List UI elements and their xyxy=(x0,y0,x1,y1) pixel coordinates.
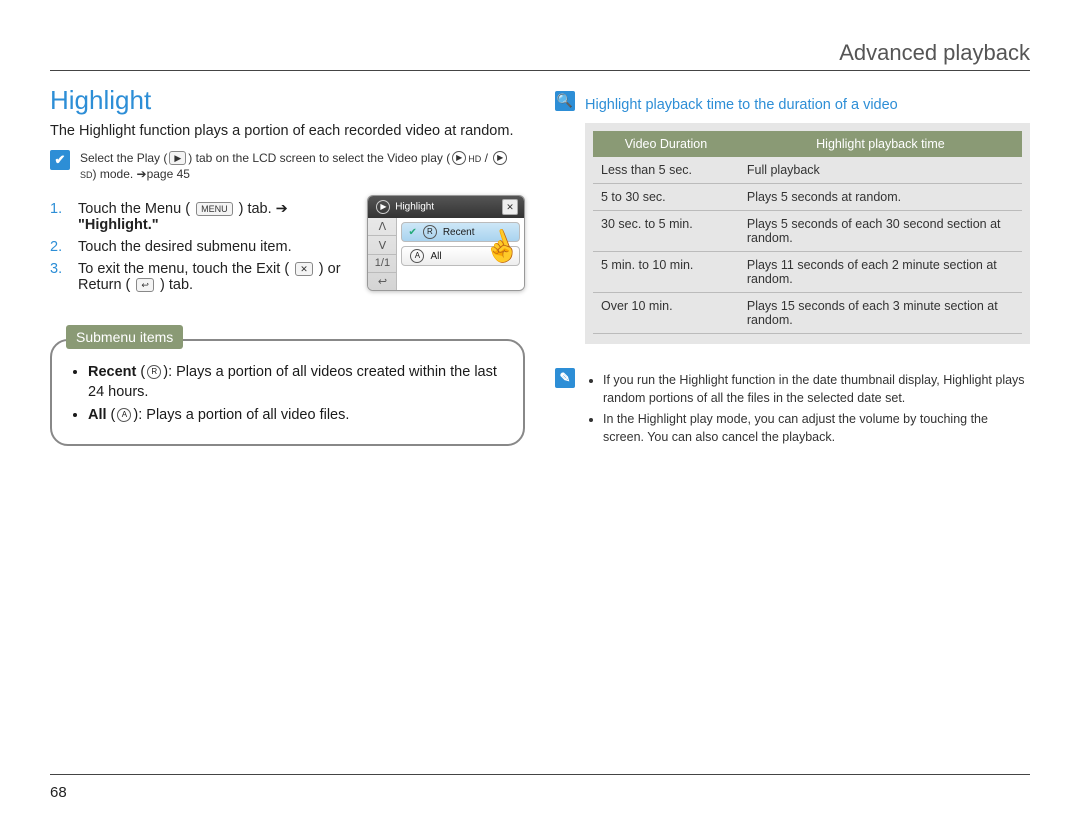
step-2: 2. Touch the desired submenu item. xyxy=(50,239,353,255)
scroll-up-icon: ᐱ xyxy=(368,218,396,236)
play-icon: ▶ xyxy=(169,151,186,165)
select-note-text: Select the Play (▶) tab on the LCD scree… xyxy=(80,150,525,184)
table-row: 30 sec. to 5 min.Plays 5 seconds of each… xyxy=(593,211,1022,252)
th-playback: Highlight playback time xyxy=(739,131,1022,157)
step-3: 3. To exit the menu, touch the Exit ( ✕ … xyxy=(50,261,353,293)
step-1: 1. Touch the Menu ( MENU ) tab. ➔ "Highl… xyxy=(50,201,353,233)
select-note: ✔ Select the Play (▶) tab on the LCD scr… xyxy=(50,150,525,184)
hd-mode-icon: ▶ xyxy=(452,151,466,165)
table-row: 5 min. to 10 min.Plays 11 seconds of eac… xyxy=(593,252,1022,293)
page-header: Advanced playback xyxy=(50,40,1030,71)
all-badge-icon: A xyxy=(117,408,131,422)
screenshot-sidebar: ᐱ ᐯ 1/1 ↩ xyxy=(368,218,397,290)
screenshot-title: ▶ Highlight xyxy=(374,200,434,214)
sd-mode-icon: ▶ xyxy=(493,151,507,165)
right-column: 🔍 Highlight playback time to the duratio… xyxy=(555,85,1030,462)
intro-text: The Highlight function plays a portion o… xyxy=(50,122,525,142)
magnifier-icon: 🔍 xyxy=(555,91,575,111)
table-row: 5 to 30 sec.Plays 5 seconds at random. xyxy=(593,184,1022,211)
note-icon: ✎ xyxy=(555,368,575,388)
table-row: Over 10 min.Plays 15 seconds of each 3 m… xyxy=(593,293,1022,334)
section-heading: Highlight xyxy=(50,85,525,116)
page-indicator: 1/1 xyxy=(368,255,396,273)
submenu-items-label: Submenu items xyxy=(66,325,183,349)
page-number: 68 xyxy=(50,784,67,801)
notes-block: ✎ If you run the Highlight function in t… xyxy=(555,368,1030,450)
table-row: Less than 5 sec.Full playback xyxy=(593,157,1022,184)
lcd-screenshot: ▶ Highlight ✕ ᐱ ᐯ 1/1 ↩ ✔ xyxy=(367,195,525,291)
duration-table: Video Duration Highlight playback time L… xyxy=(585,123,1030,344)
table-title: Highlight playback time to the duration … xyxy=(585,97,1030,113)
th-duration: Video Duration xyxy=(593,131,739,157)
check-icon: ✔ xyxy=(50,150,70,170)
menu-icon: MENU xyxy=(196,202,233,216)
screenshot-close-icon: ✕ xyxy=(502,199,518,215)
steps-list: 1. Touch the Menu ( MENU ) tab. ➔ "Highl… xyxy=(50,195,353,299)
exit-icon: ✕ xyxy=(295,262,313,276)
checkmark-icon: ✔ xyxy=(408,227,416,238)
recent-badge-icon: R xyxy=(147,365,161,379)
submenu-item-recent: Recent (R): Plays a portion of all video… xyxy=(88,363,505,402)
submenu-item-all: All (A): Plays a portion of all video fi… xyxy=(88,406,505,426)
back-icon: ↩ xyxy=(368,273,396,290)
left-column: Highlight The Highlight function plays a… xyxy=(50,85,525,462)
scroll-down-icon: ᐯ xyxy=(368,236,396,254)
page-header-title: Advanced playback xyxy=(839,40,1030,66)
note-item: If you run the Highlight function in the… xyxy=(603,371,1030,407)
all-badge-icon: A xyxy=(410,249,424,263)
footer-separator xyxy=(50,774,1030,775)
note-item: In the Highlight play mode, you can adju… xyxy=(603,410,1030,446)
recent-badge-icon: R xyxy=(423,225,437,239)
submenu-items-box: Submenu items Recent (R): Plays a portio… xyxy=(50,339,525,446)
return-icon: ↩ xyxy=(136,278,154,292)
